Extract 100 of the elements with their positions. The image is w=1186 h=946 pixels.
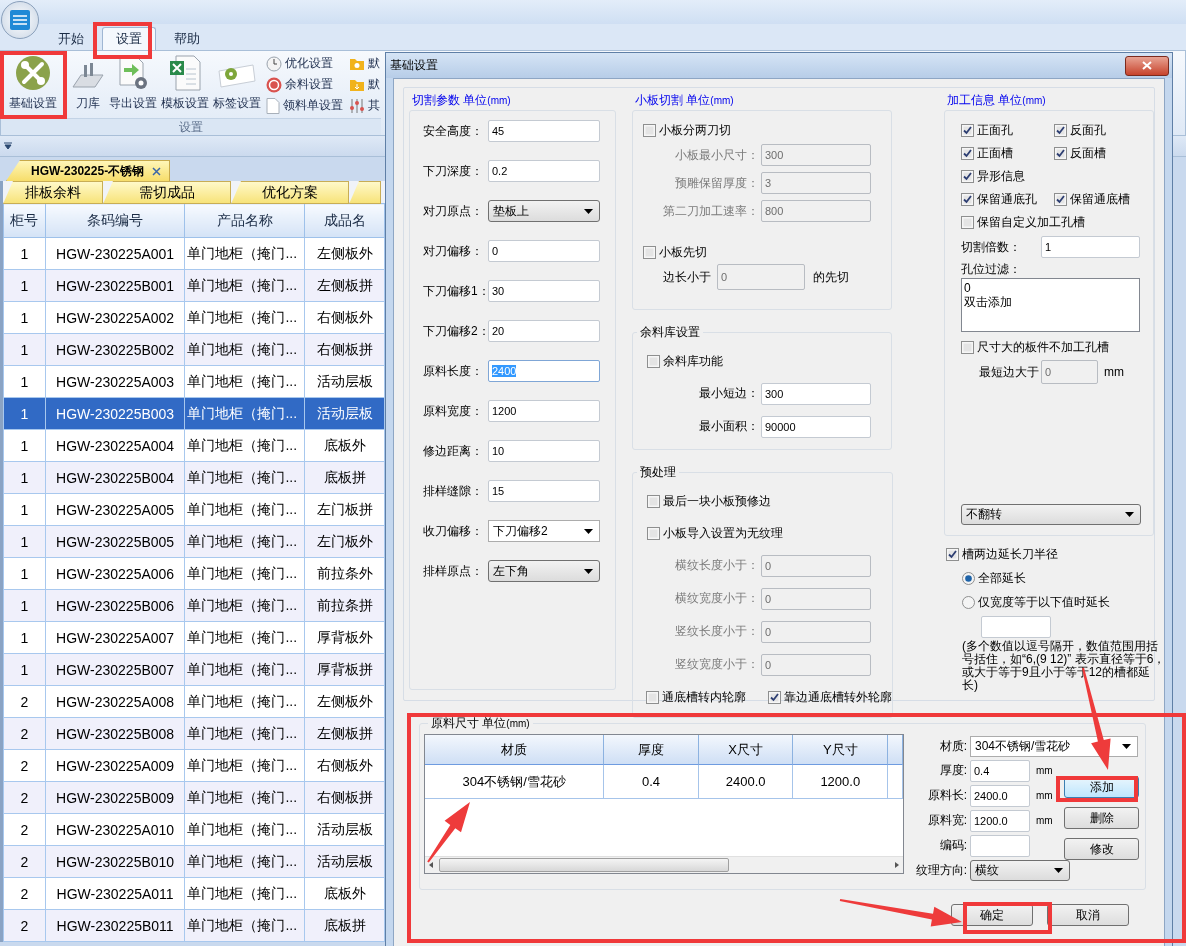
table-cell: 右侧板外 [304, 301, 385, 334]
dropdown[interactable]: 垫板上 [488, 200, 600, 222]
radio-button[interactable]: 仅宽度等于以下值时延长 [962, 593, 1110, 611]
ribbon-button[interactable]: 默 [349, 76, 380, 93]
input-field[interactable]: 300 [761, 382, 871, 405]
ribbon-button[interactable]: 刀库 [69, 51, 107, 118]
input-field[interactable]: 1200.0 [970, 809, 1030, 832]
ribbon-button[interactable]: 模板设置 [159, 51, 211, 118]
dropdown[interactable]: 横纹 [970, 860, 1070, 881]
field-label: 竖纹长度小于： [674, 623, 760, 640]
checkbox[interactable]: 保留通底槽 [1054, 191, 1147, 208]
checkbox[interactable]: 异形信息 [961, 168, 1025, 185]
dropdown[interactable]: 下刀偏移2 [488, 520, 600, 542]
input-field[interactable]: 15 [488, 480, 600, 502]
input-field[interactable]: 0 [488, 240, 600, 262]
ribbon-button[interactable]: 基础设置 [4, 51, 61, 118]
table-cell: 1 [3, 621, 46, 654]
ribbon-tab[interactable]: 开始 [44, 27, 98, 50]
input-field[interactable] [970, 834, 1030, 857]
table-cell: 1 [3, 269, 46, 302]
input-field[interactable]: 1 [1041, 236, 1140, 258]
table-cell: 单门地柜（掩门... [184, 749, 305, 782]
dropdown[interactable]: 304不锈钢/雪花砂 [970, 735, 1138, 757]
checkbox[interactable]: 正面孔 [961, 122, 1054, 139]
table-cell: 左门板拼 [304, 493, 385, 526]
table-cell: HGW-230225A009 [45, 749, 185, 782]
highlight-box [93, 22, 152, 59]
field-label: 第二刀加工速率： [662, 202, 760, 220]
button[interactable]: 删除 [1064, 807, 1139, 829]
sheet-tab[interactable]: 排板余料 [3, 181, 103, 204]
sheet-tab[interactable]: 需切成品 [103, 181, 231, 204]
input-field[interactable]: 1200 [488, 400, 600, 422]
window-title: 基础设置 [390, 57, 438, 74]
table-cell: 1200.0 [793, 765, 889, 799]
input-field[interactable]: 0.4 [970, 759, 1030, 782]
button[interactable]: 修改 [1064, 838, 1139, 860]
table-cell: 2 [3, 813, 46, 846]
text-area[interactable]: 0 双击添加 [961, 278, 1140, 332]
dropdown[interactable]: 不翻转 [961, 504, 1141, 525]
ribbon-button[interactable]: 导出设置 [107, 51, 159, 118]
caret-icon[interactable] [4, 142, 12, 150]
list-icon [9, 9, 31, 31]
table-cell: HGW-230225B006 [45, 589, 185, 622]
checkbox[interactable]: 反面槽 [1054, 145, 1147, 162]
ribbon-button[interactable]: 默 [349, 55, 380, 72]
close-button[interactable] [1125, 55, 1169, 76]
column-header: 条码编号 [45, 203, 185, 238]
table-cell: 单门地柜（掩门... [184, 269, 305, 302]
checkbox[interactable]: 保留通底孔 [961, 191, 1054, 208]
sheet-tab[interactable]: 优化方案 [231, 181, 349, 204]
table-cell: 1 [3, 461, 46, 494]
checkbox-icon [961, 124, 974, 137]
input-field[interactable]: 10 [488, 440, 600, 462]
table-cell: 单门地柜（掩门... [184, 781, 305, 814]
input-field[interactable]: 20 [488, 320, 600, 342]
checkbox[interactable]: 尺寸大的板件不加工孔槽 [961, 339, 1109, 356]
checkbox[interactable]: 小板分两刀切 [643, 121, 731, 139]
input-field[interactable] [981, 616, 1051, 638]
close-icon[interactable] [152, 166, 162, 176]
input-field[interactable]: 90000 [761, 415, 871, 438]
checkbox[interactable]: 反面孔 [1054, 122, 1147, 139]
checkbox[interactable]: 槽两边延长刀半径 [946, 545, 1058, 563]
input-field[interactable]: 0.2 [488, 160, 600, 182]
ribbon-button[interactable]: 领料单设置 [266, 97, 343, 114]
section-title: 切割参数 单位(mm) [411, 92, 512, 109]
ribbon-tab[interactable]: 设置 [102, 27, 156, 50]
checkbox[interactable]: 靠边通底槽转外轮廓 [768, 688, 892, 706]
input-field[interactable]: 45 [488, 120, 600, 142]
button[interactable]: 取消 [1047, 904, 1129, 926]
checkbox-icon [946, 547, 959, 561]
checkbox-icon [961, 170, 974, 183]
checkbox[interactable]: 通底槽转内轮廓 [646, 688, 746, 706]
checkbox[interactable]: 保留自定义加工孔槽 [961, 214, 1085, 231]
table-cell: HGW-230225A006 [45, 557, 185, 590]
document-tab[interactable]: HGW-230225-不锈钢 [6, 160, 171, 181]
table-cell: 单门地柜（掩门... [184, 685, 305, 718]
field-label: 小板最小尺寸： [674, 146, 760, 164]
ribbon-button[interactable]: 其 [349, 97, 380, 114]
input-field[interactable]: 30 [488, 280, 600, 302]
ribbon-button[interactable]: 标签设置 [211, 51, 263, 118]
column-header: Y尺寸 [793, 735, 889, 765]
dropdown[interactable]: 左下角 [488, 560, 600, 582]
checkbox[interactable]: 最后一块小板预修边 [647, 492, 771, 510]
ribbon-button[interactable]: 余料设置 [266, 76, 343, 93]
table-cell: 2 [3, 749, 46, 782]
scrollbar[interactable] [425, 856, 903, 873]
checkbox[interactable]: 小板导入设置为无纹理 [647, 524, 783, 542]
radio-button[interactable]: 全部延长 [962, 569, 1026, 587]
checkbox[interactable]: 正面槽 [961, 145, 1054, 162]
checkbox[interactable]: 小板先切 [643, 243, 707, 261]
ribbon-tab[interactable]: 帮助 [160, 27, 214, 50]
checkbox-icon [647, 354, 660, 368]
field-label: 纹理方向: [914, 862, 968, 879]
input-field[interactable]: 2400.0 [970, 784, 1030, 807]
checkbox[interactable]: 余料库功能 [647, 352, 723, 370]
checkbox-icon [768, 690, 781, 704]
section-title: 小板切割 单位(mm) [634, 92, 735, 109]
unit-label: mm [1036, 790, 1053, 801]
table-cell: 厚背板拼 [304, 653, 385, 686]
ribbon-button[interactable]: 优化设置 [266, 55, 343, 72]
